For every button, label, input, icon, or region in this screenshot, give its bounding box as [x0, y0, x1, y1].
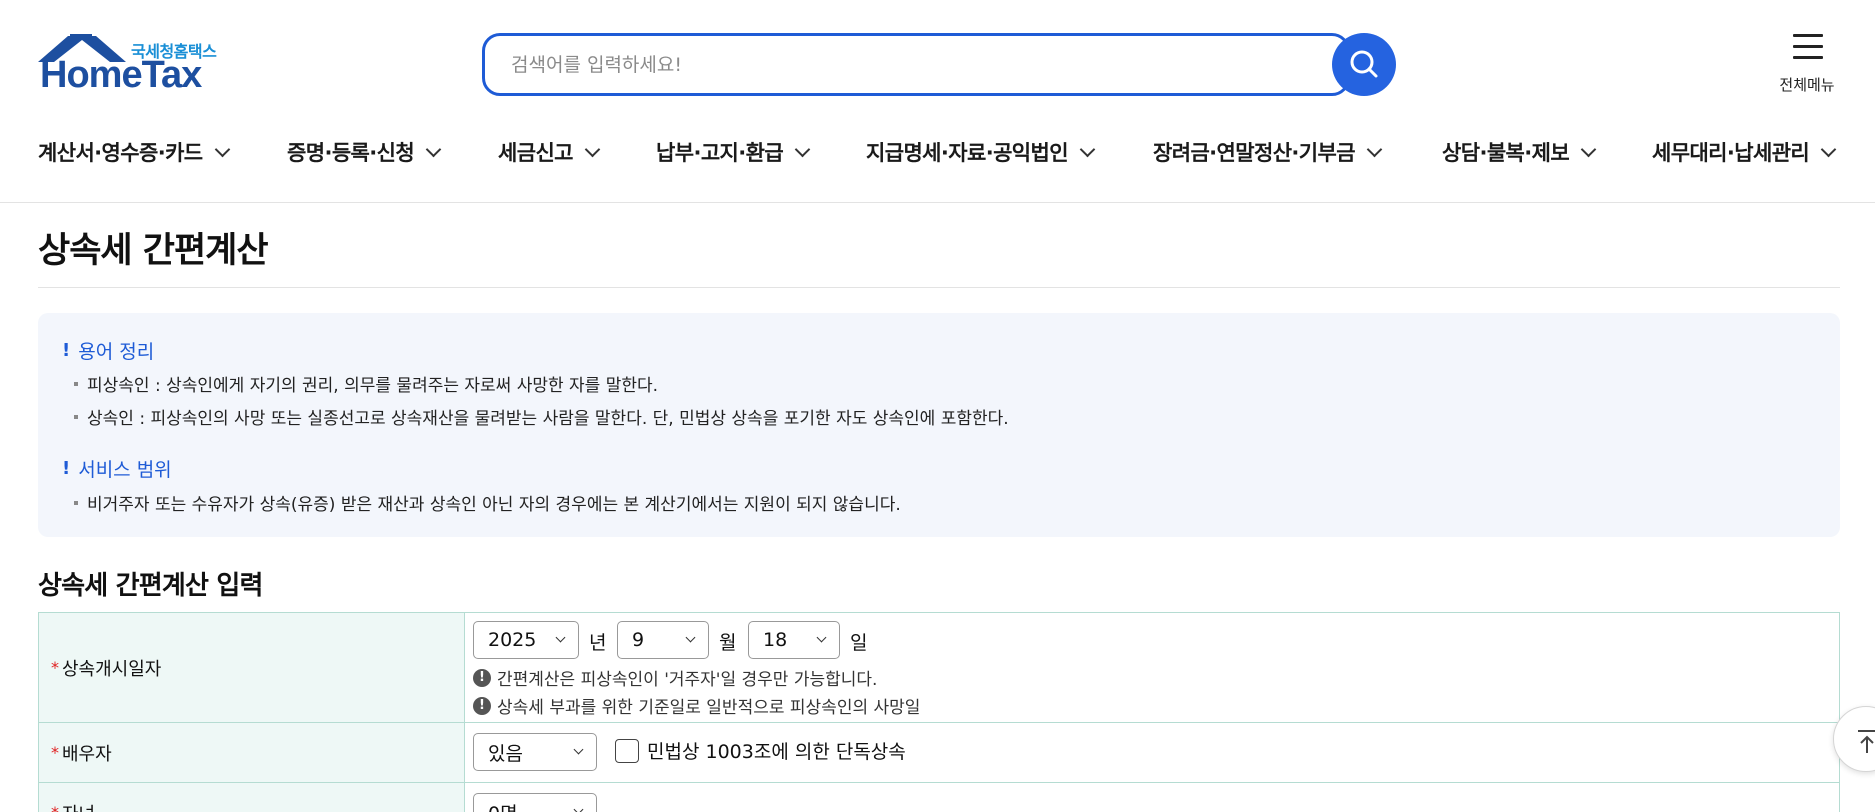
list-item: 상속인 : 피상속인의 사망 또는 실종선고로 상속재산을 물려받는 사람을 말… [74, 404, 1009, 429]
gnb-item-consult[interactable]: 상담·불복·제보 [1442, 134, 1597, 170]
spouse-label-text: 배우자 [62, 743, 112, 765]
gnb-item-label: 장려금·연말정산·기부금 [1153, 141, 1356, 165]
bullet-icon [74, 500, 78, 505]
all-menu-label: 전체메뉴 [1779, 76, 1835, 94]
gnb-item-label: 지급명세·자료·공익법인 [866, 141, 1069, 165]
start-date-cell: 2025 년 9 월 18 일 ! 간편계산은 피상속인이 '거주자'일 경우만… [465, 613, 1840, 722]
arrow-up-icon [1858, 730, 1875, 753]
title-divider [38, 287, 1840, 288]
required-mark: * [51, 658, 59, 677]
input-section-title: 상속세 간편계산 입력 [38, 571, 263, 601]
chevron-down-icon [794, 141, 811, 157]
checkbox-label: 민법상 1003조에 의한 단독상속 [647, 741, 906, 763]
exclamation-icon: ! [62, 458, 71, 479]
chevron-down-icon [555, 632, 566, 643]
all-menu-button[interactable]: 전체메뉴 [1772, 30, 1842, 100]
gnb-item-label: 증명·등록·신청 [287, 141, 415, 165]
chevron-down-icon [214, 141, 230, 157]
children-cell: 0명 [465, 783, 1840, 812]
chevron-down-icon [573, 744, 584, 755]
terms-title: ! 용어 정리 [62, 337, 154, 364]
scope-title: ! 서비스 범위 [62, 455, 172, 482]
table-row: * 자녀 0명 [38, 783, 1840, 812]
month-select[interactable]: 9 [617, 621, 709, 659]
spouse-value: 있음 [488, 742, 523, 765]
search-bar [482, 33, 1396, 96]
start-date-label-text: 상속개시일자 [62, 658, 162, 680]
day-select[interactable]: 18 [748, 621, 840, 659]
gnb-item-payment[interactable]: 납부·고지·환급 [656, 134, 811, 170]
start-date-label: * 상속개시일자 [38, 613, 465, 722]
table-row: * 배우자 있음 민법상 1003조에 의한 단독상속 [38, 723, 1840, 783]
sole-inheritance-checkbox[interactable]: 민법상 1003조에 의한 단독상속 [615, 737, 906, 764]
chevron-down-icon [573, 804, 584, 812]
gnb-item-incentive[interactable]: 장려금·연말정산·기부금 [1153, 134, 1383, 170]
list-item-text: 상속인 : 피상속인의 사망 또는 실종선고로 상속재산을 물려받는 사람을 말… [87, 409, 1009, 429]
info-text-content: 간편계산은 피상속인이 '거주자'일 경우만 가능합니다. [497, 670, 878, 690]
gnb-item-label: 납부·고지·환급 [656, 141, 784, 165]
hometax-logo[interactable]: 국세청홈택스 HomeTax [38, 34, 228, 96]
month-unit: 월 [719, 632, 737, 654]
spouse-cell: 있음 민법상 1003조에 의한 단독상속 [465, 723, 1840, 782]
logo-title: HomeTax [40, 54, 202, 96]
list-item: 피상속인 : 상속인에게 자기의 권리, 의무를 물려주는 자로써 사망한 자를… [74, 371, 658, 396]
search-icon [1350, 50, 1378, 78]
bullet-icon [74, 414, 78, 419]
gnb-item-label: 상담·불복·제보 [1442, 141, 1570, 165]
gnb-item-label: 세무대리·납세관리 [1652, 141, 1810, 165]
list-item-text: 피상속인 : 상속인에게 자기의 권리, 의무를 물려주는 자로써 사망한 자를… [87, 376, 659, 396]
bullet-icon [74, 381, 78, 386]
children-select[interactable]: 0명 [473, 793, 597, 812]
children-value: 0명 [488, 799, 518, 812]
chevron-down-icon [584, 141, 601, 157]
table-row: * 상속개시일자 2025 년 9 월 18 일 ! 간편계산은 피상속인이 '… [38, 613, 1840, 723]
global-nav: 계산서·영수증·카드 증명·등록·신청 세금신고 납부·고지·환급 지급명세·자… [38, 134, 1848, 170]
gnb-item-certificate[interactable]: 증명·등록·신청 [287, 134, 442, 170]
required-mark: * [51, 743, 59, 762]
gnb-item-label: 계산서·영수증·카드 [38, 141, 203, 165]
info-text-content: 상속세 부과를 위한 기준일로 일반적으로 피상속인의 사망일 [497, 698, 921, 718]
year-value: 2025 [488, 629, 537, 651]
site-header: 국세청홈택스 HomeTax 전체메뉴 계산서·영수증·카드 증명·등록·신청 … [0, 0, 1875, 203]
gnb-item-label: 세금신고 [498, 141, 573, 165]
page-title: 상속세 간편계산 [38, 231, 269, 271]
notice-box: ! 용어 정리 피상속인 : 상속인에게 자기의 권리, 의무를 물려주는 자로… [38, 313, 1840, 537]
info-icon: ! [473, 668, 491, 687]
children-label: * 자녀 [38, 783, 465, 812]
chevron-down-icon [816, 632, 827, 643]
calc-input-table: * 상속개시일자 2025 년 9 월 18 일 ! 간편계산은 피상속인이 '… [38, 612, 1840, 812]
day-unit: 일 [850, 632, 868, 654]
chevron-down-icon [425, 141, 442, 157]
chevron-down-icon [1580, 141, 1597, 157]
month-value: 9 [632, 629, 645, 651]
scroll-top-button[interactable] [1833, 706, 1875, 772]
gnb-item-invoice[interactable]: 계산서·영수증·카드 [38, 134, 230, 170]
exclamation-icon: ! [62, 340, 71, 361]
checkbox-icon[interactable] [615, 738, 639, 763]
children-label-text: 자녀 [62, 800, 95, 812]
list-item: 비거주자 또는 수유자가 상속(유증) 받은 재산과 상속인 아닌 자의 경우에… [74, 490, 901, 515]
search-button[interactable] [1332, 33, 1396, 96]
day-value: 18 [763, 629, 788, 651]
list-item-text: 비거주자 또는 수유자가 상속(유증) 받은 재산과 상속인 아닌 자의 경우에… [87, 495, 901, 515]
spouse-label: * 배우자 [38, 723, 465, 782]
gnb-item-statement[interactable]: 지급명세·자료·공익법인 [866, 134, 1096, 170]
year-unit: 년 [589, 632, 607, 654]
chevron-down-icon [1366, 141, 1383, 157]
required-mark: * [51, 803, 59, 812]
search-input[interactable] [482, 33, 1350, 96]
info-text: ! 간편계산은 피상속인이 '거주자'일 경우만 가능합니다. [473, 665, 877, 690]
gnb-item-tax-report[interactable]: 세금신고 [498, 134, 601, 170]
info-text: ! 상속세 부과를 위한 기준일로 일반적으로 피상속인의 사망일 [473, 693, 920, 718]
spouse-select[interactable]: 있음 [473, 733, 597, 771]
chevron-down-icon [1079, 141, 1096, 157]
gnb-item-agent[interactable]: 세무대리·납세관리 [1652, 134, 1837, 170]
year-select[interactable]: 2025 [473, 621, 579, 659]
terms-title-text: 용어 정리 [78, 341, 155, 363]
hamburger-icon [1793, 34, 1823, 62]
scope-title-text: 서비스 범위 [78, 459, 172, 481]
info-icon: ! [473, 696, 491, 715]
chevron-down-icon [1820, 141, 1837, 157]
chevron-down-icon [685, 632, 696, 643]
